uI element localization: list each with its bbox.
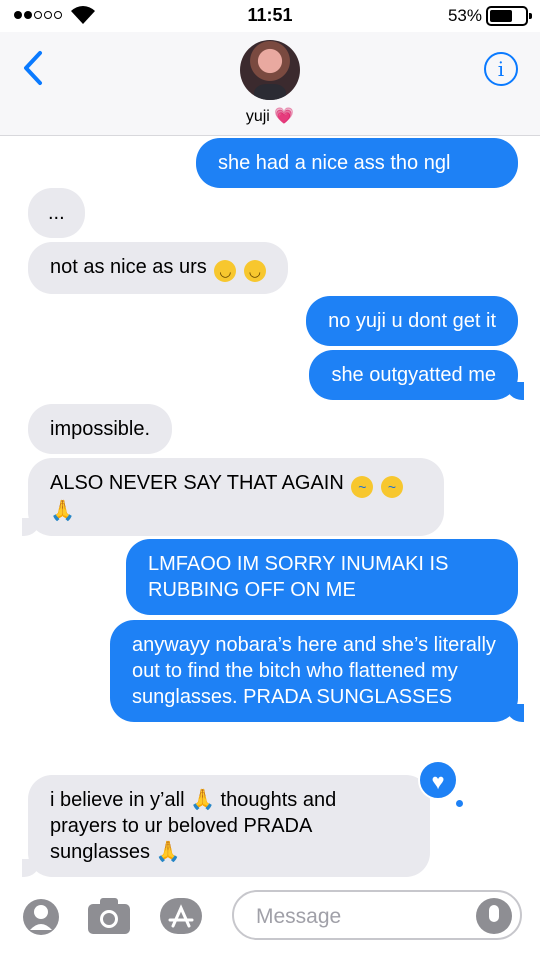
message-text: i believe in y’all bbox=[50, 789, 185, 811]
message-bubble-received[interactable]: i believe in y’all 🙏 thoughts and prayer… bbox=[22, 775, 430, 877]
message-text: anywayy nobara’s here and she’s literall… bbox=[132, 634, 496, 708]
message-bubble-sent[interactable]: she outgyatted me bbox=[309, 350, 524, 400]
message-bubble-sent[interactable]: no yuji u dont get it bbox=[306, 296, 518, 346]
message-bubble-received[interactable]: impossible. bbox=[28, 404, 173, 454]
contact-name[interactable]: yuji 💗 bbox=[0, 106, 540, 126]
crying-face-icon: ~ bbox=[351, 476, 374, 498]
heart-reaction-icon[interactable]: ♥ bbox=[418, 760, 458, 800]
message-text: no yuji u dont get it bbox=[328, 310, 496, 332]
back-chevron-icon[interactable] bbox=[22, 50, 44, 86]
praying-hands-icon: 🙏 bbox=[190, 789, 215, 811]
message-bubble-received[interactable]: ALSO NEVER SAY THAT AGAIN ~ ~ 🙏 bbox=[22, 458, 444, 536]
conversation-header: yuji 💗 i bbox=[0, 32, 540, 136]
message-placeholder: Message bbox=[256, 905, 342, 928]
praying-hands-icon: 🙏 bbox=[155, 841, 181, 863]
message-bubble-sent[interactable]: anywayy nobara’s here and she’s literall… bbox=[110, 620, 524, 722]
message-bubble-sent[interactable]: she had a nice ass tho ngl bbox=[196, 138, 518, 188]
message-text: LMFAOO IM SORRY INUMAKI IS RUBBING OFF O… bbox=[148, 553, 449, 601]
memoji-icon[interactable] bbox=[22, 896, 60, 938]
grinning-face-icon: ◡ bbox=[214, 260, 237, 282]
reaction-dot bbox=[456, 800, 463, 807]
info-icon[interactable]: i bbox=[484, 52, 518, 86]
message-text: she had a nice ass tho ngl bbox=[218, 152, 451, 174]
message-text: not as nice as urs bbox=[50, 256, 207, 278]
compose-bar: Message bbox=[0, 880, 540, 960]
crying-face-icon: ~ bbox=[380, 476, 403, 498]
camera-icon[interactable] bbox=[86, 896, 132, 936]
grinning-face-icon: ◡ bbox=[243, 260, 266, 282]
battery-percentage: 53% bbox=[447, 6, 482, 25]
message-bubble-received[interactable]: ... bbox=[28, 188, 85, 238]
message-text: she outgyatted me bbox=[331, 364, 496, 386]
message-thread[interactable]: she had a nice ass tho ngl ... not as ni… bbox=[0, 136, 540, 880]
battery-icon bbox=[486, 6, 532, 26]
contact-avatar[interactable] bbox=[240, 40, 300, 100]
message-bubble-sent[interactable]: LMFAOO IM SORRY INUMAKI IS RUBBING OFF O… bbox=[126, 539, 518, 615]
message-input[interactable]: Message bbox=[232, 890, 522, 940]
message-text: impossible. bbox=[50, 418, 151, 440]
message-text: ... bbox=[48, 202, 65, 224]
message-text: ALSO NEVER SAY THAT AGAIN bbox=[50, 472, 344, 494]
status-bar: 11:51 53% bbox=[0, 0, 540, 32]
microphone-icon[interactable] bbox=[476, 898, 512, 934]
praying-hands-icon: 🙏 bbox=[50, 500, 75, 522]
app-store-icon[interactable] bbox=[158, 896, 204, 936]
message-bubble-received[interactable]: not as nice as urs ◡ ◡ bbox=[28, 242, 288, 294]
